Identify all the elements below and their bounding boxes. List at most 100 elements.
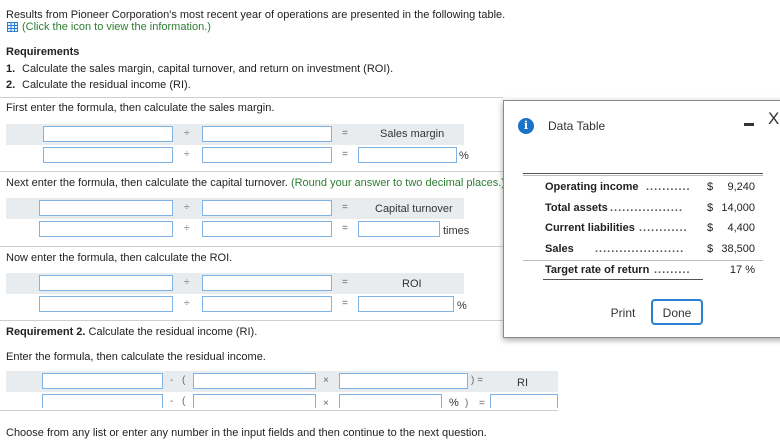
row-leader: .................. xyxy=(610,202,684,214)
sales-margin-denominator-label-input[interactable] xyxy=(202,126,332,142)
minus-operator: - xyxy=(170,396,174,407)
times-operator: × xyxy=(323,398,329,409)
sales-margin-result-input[interactable] xyxy=(358,147,457,163)
capital-turnover-result-input[interactable] xyxy=(358,221,440,237)
ri-third-label-input[interactable] xyxy=(339,373,468,389)
row-leader: ......... xyxy=(654,264,691,276)
equals-operator: = xyxy=(342,202,348,213)
row-label: Current liabilities xyxy=(545,222,635,234)
sales-margin-prompt: First enter the formula, then calculate … xyxy=(6,102,275,114)
table-top-border xyxy=(523,173,763,174)
requirements-heading: Requirements xyxy=(6,46,80,58)
sales-margin-denominator-value-input[interactable] xyxy=(202,147,332,163)
table-row-separator xyxy=(523,260,763,261)
close-paren-equals: ) = xyxy=(471,375,483,386)
view-info-link[interactable]: (Click the icon to view the information.… xyxy=(22,21,211,34)
info-icon: i xyxy=(518,118,534,134)
capital-turnover-denominator-value-input[interactable] xyxy=(202,221,332,237)
ri-third-value-input[interactable] xyxy=(339,394,442,408)
divide-operator: ÷ xyxy=(184,298,190,309)
capital-turnover-numerator-value-input[interactable] xyxy=(39,221,173,237)
roi-label: ROI xyxy=(402,278,422,290)
row-label: Operating income xyxy=(545,181,639,193)
roi-second-label-input[interactable] xyxy=(202,275,332,291)
row-currency: $ xyxy=(707,222,714,234)
requirement-2-heading-bold: Requirement 2. xyxy=(6,326,86,338)
residual-income-prompt: Enter the formula, then calculate the re… xyxy=(6,351,266,363)
requirement-2-text: Calculate the residual income (RI). xyxy=(22,79,191,91)
row-leader: ...................... xyxy=(595,243,685,255)
requirement-2-heading: Requirement 2. Calculate the residual in… xyxy=(6,326,257,339)
row-leader: ............ xyxy=(639,222,688,234)
divide-operator: ÷ xyxy=(184,202,190,213)
table-icon[interactable] xyxy=(7,22,18,32)
percent-unit: % xyxy=(457,300,467,312)
data-table-dialog: i Data Table X Operating income ........… xyxy=(503,100,780,338)
divider xyxy=(0,97,503,98)
print-button[interactable]: Print xyxy=(600,300,646,326)
data-table: Operating income ........... $ 9,240 Tot… xyxy=(523,173,763,281)
table-top-border-inner xyxy=(523,175,763,176)
ri-first-label-input[interactable] xyxy=(42,373,163,389)
minimize-icon[interactable] xyxy=(744,123,754,126)
roi-result-input[interactable] xyxy=(358,296,454,312)
divider xyxy=(0,246,503,247)
open-paren: ( xyxy=(182,375,186,386)
row-currency: $ xyxy=(707,202,714,214)
sales-margin-label: Sales margin xyxy=(380,128,445,140)
capital-turnover-prompt: Next enter the formula, then calculate t… xyxy=(6,177,505,190)
row-currency: $ xyxy=(707,181,714,193)
divide-operator: ÷ xyxy=(184,223,190,234)
capital-turnover-numerator-label-input[interactable] xyxy=(39,200,173,216)
sales-margin-numerator-value-input[interactable] xyxy=(43,147,173,163)
row-label: Sales xyxy=(545,243,574,255)
roi-second-value-input[interactable] xyxy=(202,296,332,312)
roi-prompt: Now enter the formula, then calculate th… xyxy=(6,252,233,264)
table-row: Operating income ........... $ 9,240 xyxy=(523,181,763,199)
row-value: 38,500 xyxy=(721,243,755,255)
equals-operator: = xyxy=(342,298,348,309)
close-paren: ) xyxy=(465,398,469,409)
divide-operator: ÷ xyxy=(184,128,190,139)
rounding-note: (Round your answer to two decimal places… xyxy=(290,177,505,189)
roi-first-value-input[interactable] xyxy=(39,296,173,312)
dialog-title: Data Table xyxy=(548,119,606,133)
sales-margin-numerator-label-input[interactable] xyxy=(43,126,173,142)
row-label: Total assets xyxy=(545,202,608,214)
ri-label: RI xyxy=(517,377,528,389)
divider xyxy=(0,410,558,411)
divide-operator: ÷ xyxy=(184,277,190,288)
equals-operator: = xyxy=(342,223,348,234)
requirement-2-heading-text: Calculate the residual income (RI). xyxy=(85,326,258,338)
percent-unit: % xyxy=(449,397,459,409)
minus-operator: - xyxy=(170,375,174,386)
divider xyxy=(0,320,503,321)
open-paren: ( xyxy=(182,396,186,407)
times-unit: times xyxy=(443,225,470,237)
ri-second-value-input[interactable] xyxy=(193,394,316,408)
table-row: Current liabilities ............ $ 4,400 xyxy=(523,222,763,240)
done-button[interactable]: Done xyxy=(651,299,703,325)
row-value: 4,400 xyxy=(727,222,755,234)
requirement-2-number: 2. xyxy=(6,79,16,91)
roi-first-label-input[interactable] xyxy=(39,275,173,291)
capital-turnover-denominator-label-input[interactable] xyxy=(202,200,332,216)
percent-unit: % xyxy=(459,150,469,162)
ri-second-label-input[interactable] xyxy=(193,373,316,389)
requirement-1-number: 1. xyxy=(6,63,16,75)
equals-operator: = xyxy=(342,149,348,160)
row-currency: $ xyxy=(707,243,714,255)
row-label: Target rate of return xyxy=(545,264,650,276)
close-icon[interactable]: X xyxy=(768,110,779,128)
requirement-1-text: Calculate the sales margin, capital turn… xyxy=(22,63,394,75)
footer-instructions: Choose from any list or enter any number… xyxy=(6,427,487,439)
row-value: 14,000 xyxy=(721,202,755,214)
row-value: 9,240 xyxy=(727,181,755,193)
capital-turnover-label: Capital turnover xyxy=(375,203,453,215)
ri-first-value-input[interactable] xyxy=(42,394,163,408)
ri-result-input[interactable] xyxy=(490,394,558,408)
capital-turnover-prompt-text: Next enter the formula, then calculate t… xyxy=(6,177,288,189)
equals-operator: = xyxy=(342,277,348,288)
row-value: 17 % xyxy=(729,264,755,276)
row-leader: ........... xyxy=(646,181,691,193)
